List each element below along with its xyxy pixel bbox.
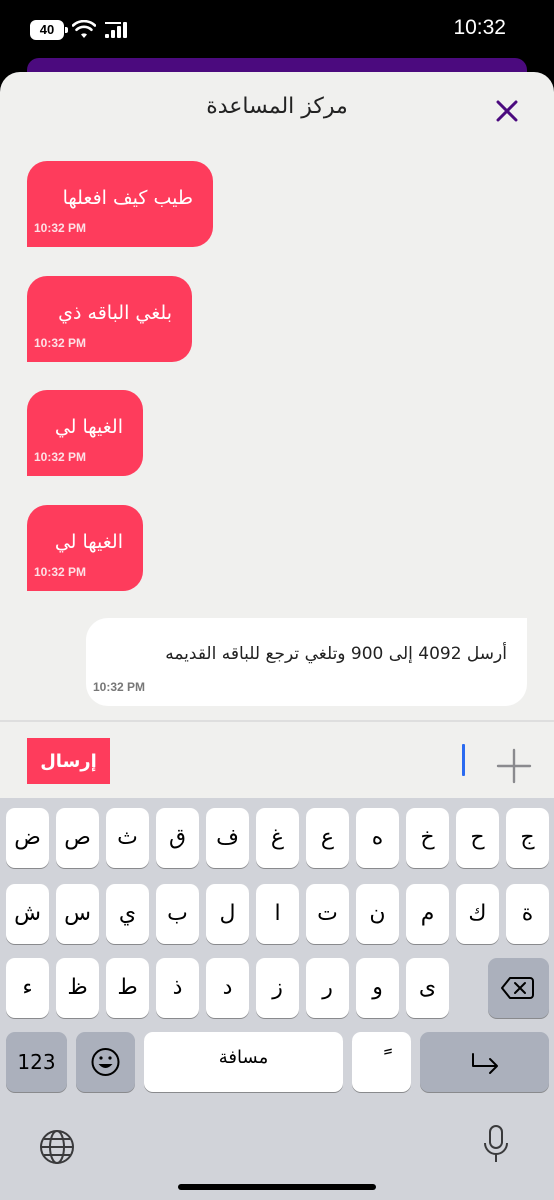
close-icon[interactable]: [492, 96, 522, 126]
send-button[interactable]: إرسال: [27, 738, 110, 784]
key[interactable]: ل: [206, 884, 249, 944]
key[interactable]: ف: [206, 808, 249, 868]
message-text: بلغي الباقه ذي: [58, 302, 172, 324]
message-time: 10:32 PM: [34, 221, 87, 235]
space-key[interactable]: مسافة: [144, 1032, 343, 1092]
key[interactable]: م: [406, 884, 449, 944]
home-indicator[interactable]: [178, 1184, 376, 1190]
microphone-icon[interactable]: [480, 1124, 512, 1166]
backspace-key[interactable]: [488, 958, 549, 1018]
emoji-icon: [91, 1048, 120, 1076]
message-bubble: الغيها لي 10:32 PM: [27, 390, 143, 476]
message-composer[interactable]: إرسال: [0, 720, 554, 798]
battery-icon: 40: [30, 20, 68, 40]
key[interactable]: ق: [156, 808, 199, 868]
cellular-icon: [105, 22, 127, 38]
reply-time: 10:32 PM: [93, 680, 146, 694]
battery-level: 40: [39, 22, 55, 37]
key[interactable]: ش: [6, 884, 49, 944]
reply-bubble: أرسل 4092 إلى 900 وتلغي ترجع للباقه القد…: [86, 618, 527, 706]
key[interactable]: ظ: [56, 958, 99, 1018]
return-icon: [472, 1053, 498, 1074]
key[interactable]: ج: [506, 808, 549, 868]
key[interactable]: د: [206, 958, 249, 1018]
status-time: 10:32: [453, 16, 506, 39]
message-text: الغيها لي: [54, 416, 123, 438]
key[interactable]: ض: [6, 808, 49, 868]
message-bubble: طيب كيف افعلها 10:32 PM: [27, 161, 213, 247]
message-bubble: الغيها لي 10:32 PM: [27, 505, 143, 591]
key[interactable]: ز: [256, 958, 299, 1018]
key[interactable]: ر: [306, 958, 349, 1018]
globe-icon[interactable]: [38, 1128, 76, 1166]
key[interactable]: ك: [456, 884, 499, 944]
key[interactable]: ت: [306, 884, 349, 944]
key[interactable]: ح: [456, 808, 499, 868]
key[interactable]: و: [356, 958, 399, 1018]
emoji-key[interactable]: [76, 1032, 135, 1092]
arabic-keyboard: ج ح خ ه ع غ ف ق ث ص ض ة ك م ن ت ا ل ب ي …: [0, 798, 554, 1200]
key[interactable]: ص: [56, 808, 99, 868]
reply-text: أرسل 4092 إلى 900 وتلغي ترجع للباقه القد…: [165, 644, 507, 664]
help-center-sheet: مركز المساعدة طيب كيف افعلها 10:32 PM بل…: [0, 72, 554, 720]
key[interactable]: ط: [106, 958, 149, 1018]
key[interactable]: ذ: [156, 958, 199, 1018]
tanween-key[interactable]: ً: [352, 1032, 411, 1092]
return-key[interactable]: [420, 1032, 549, 1092]
key[interactable]: ث: [106, 808, 149, 868]
backspace-icon: [501, 977, 534, 999]
plus-icon[interactable]: [496, 748, 532, 784]
key[interactable]: ي: [106, 884, 149, 944]
status-bar: 40 10:32: [0, 0, 554, 60]
key[interactable]: ة: [506, 884, 549, 944]
key[interactable]: غ: [256, 808, 299, 868]
message-text: الغيها لي: [54, 531, 123, 553]
key[interactable]: ه: [356, 808, 399, 868]
key[interactable]: ن: [356, 884, 399, 944]
key[interactable]: ا: [256, 884, 299, 944]
key[interactable]: ى: [406, 958, 449, 1018]
message-time: 10:32 PM: [34, 336, 87, 350]
message-bubble: بلغي الباقه ذي 10:32 PM: [27, 276, 192, 362]
key[interactable]: خ: [406, 808, 449, 868]
message-time: 10:32 PM: [34, 565, 87, 579]
key[interactable]: ء: [6, 958, 49, 1018]
message-time: 10:32 PM: [34, 450, 87, 464]
sheet-title: مركز المساعدة: [206, 94, 348, 119]
text-cursor: [462, 744, 465, 776]
wifi-icon: [72, 20, 96, 38]
key[interactable]: ب: [156, 884, 199, 944]
key[interactable]: ع: [306, 808, 349, 868]
message-text: طيب كيف افعلها: [62, 187, 193, 209]
key[interactable]: س: [56, 884, 99, 944]
numbers-key[interactable]: 123: [6, 1032, 67, 1092]
